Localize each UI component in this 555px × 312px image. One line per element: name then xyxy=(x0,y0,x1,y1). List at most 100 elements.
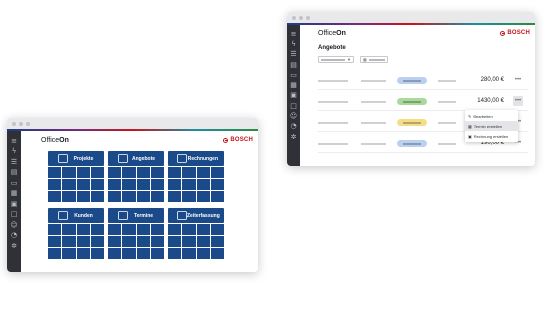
book-icon[interactable]: □ xyxy=(7,210,21,221)
window-dot[interactable] xyxy=(306,16,310,20)
grid-cell[interactable] xyxy=(182,224,196,235)
grid-cell[interactable] xyxy=(150,167,164,178)
grid-cell[interactable] xyxy=(196,167,210,178)
grid-cell[interactable] xyxy=(122,224,136,235)
grid-cell[interactable] xyxy=(48,224,62,235)
timer-icon[interactable]: ◔ xyxy=(287,122,300,132)
dashboard-tile[interactable]: Projekte xyxy=(48,151,104,202)
grid-cell[interactable] xyxy=(62,248,76,259)
grid-cell[interactable] xyxy=(48,167,62,178)
bolt-icon[interactable]: ϟ xyxy=(287,39,300,49)
tile-header[interactable]: Termine xyxy=(108,208,164,223)
grid-cell[interactable] xyxy=(150,191,164,202)
grid-cell[interactable] xyxy=(196,191,210,202)
grid-cell[interactable] xyxy=(108,191,122,202)
grid-cell[interactable] xyxy=(76,236,90,247)
dashboard-tile[interactable]: Zeiterfassung xyxy=(168,208,224,259)
grid-cell[interactable] xyxy=(122,191,136,202)
grid-cell[interactable] xyxy=(62,236,76,247)
tile-header[interactable]: Projekte xyxy=(48,151,104,166)
grid-cell[interactable] xyxy=(90,167,104,178)
timer-icon[interactable]: ◔ xyxy=(7,231,21,242)
grid-cell[interactable] xyxy=(76,167,90,178)
grid-cell[interactable] xyxy=(76,179,90,190)
grid-cell[interactable] xyxy=(182,248,196,259)
invoice-icon[interactable]: ▣ xyxy=(287,91,300,101)
book-icon[interactable]: □ xyxy=(287,101,300,111)
menu-icon[interactable]: ≡ xyxy=(287,29,300,39)
grid-cell[interactable] xyxy=(168,224,182,235)
tile-header[interactable]: Zeiterfassung xyxy=(168,208,224,223)
grid-cell[interactable] xyxy=(76,248,90,259)
grid-cell[interactable] xyxy=(210,236,224,247)
grid-cell[interactable] xyxy=(210,179,224,190)
folder-icon[interactable]: ▭ xyxy=(7,178,21,189)
grid-cell[interactable] xyxy=(122,179,136,190)
window-dot[interactable] xyxy=(292,16,296,20)
grid-cell[interactable] xyxy=(150,179,164,190)
table-row[interactable]: 1430,00 € ••• xyxy=(318,93,528,111)
grid-cell[interactable] xyxy=(182,191,196,202)
calendar-icon[interactable]: ▦ xyxy=(7,189,21,200)
grid-cell[interactable] xyxy=(76,191,90,202)
grid-cell[interactable] xyxy=(210,248,224,259)
tile-header[interactable]: Angebote xyxy=(108,151,164,166)
more-options-icon[interactable]: ••• xyxy=(513,96,523,106)
dashboard-tile[interactable]: Kunden xyxy=(48,208,104,259)
grid-cell[interactable] xyxy=(108,236,122,247)
tile-header[interactable]: Kunden xyxy=(48,208,104,223)
grid-cell[interactable] xyxy=(150,224,164,235)
grid-cell[interactable] xyxy=(108,179,122,190)
grid-cell[interactable] xyxy=(168,191,182,202)
document-list-icon[interactable]: ☰ xyxy=(287,50,300,60)
table-row[interactable]: 280,00 € ••• xyxy=(318,72,528,90)
grid-cell[interactable] xyxy=(90,248,104,259)
window-dot[interactable] xyxy=(19,122,23,126)
grid-cell[interactable] xyxy=(90,191,104,202)
grid-cell[interactable] xyxy=(62,167,76,178)
grid-cell[interactable] xyxy=(136,248,150,259)
grid-cell[interactable] xyxy=(90,224,104,235)
settings-icon[interactable]: ✲ xyxy=(287,132,300,142)
grid-cell[interactable] xyxy=(168,236,182,247)
grid-cell[interactable] xyxy=(196,236,210,247)
window-dot[interactable] xyxy=(12,122,16,126)
grid-cell[interactable] xyxy=(108,248,122,259)
grid-cell[interactable] xyxy=(62,191,76,202)
grid-cell[interactable] xyxy=(76,224,90,235)
grid-cell[interactable] xyxy=(150,248,164,259)
settings-icon[interactable]: ✲ xyxy=(7,241,21,252)
grid-cell[interactable] xyxy=(136,236,150,247)
window-dot[interactable] xyxy=(26,122,30,126)
calendar-icon[interactable]: ▦ xyxy=(287,80,300,90)
window-dot[interactable] xyxy=(299,16,303,20)
grid-cell[interactable] xyxy=(136,224,150,235)
grid-cell[interactable] xyxy=(48,236,62,247)
grid-cell[interactable] xyxy=(122,248,136,259)
grid-cell[interactable] xyxy=(196,224,210,235)
tile-header[interactable]: Rechnungen xyxy=(168,151,224,166)
date-filter[interactable]: ▦ xyxy=(360,56,388,63)
grid-cell[interactable] xyxy=(48,191,62,202)
grid-cell[interactable] xyxy=(108,224,122,235)
receipt-icon[interactable]: ▤ xyxy=(7,168,21,179)
menu-icon[interactable]: ≡ xyxy=(7,136,21,147)
grid-cell[interactable] xyxy=(48,248,62,259)
more-options-icon[interactable]: ••• xyxy=(513,75,523,85)
grid-cell[interactable] xyxy=(168,248,182,259)
dashboard-tile[interactable]: Termine xyxy=(108,208,164,259)
grid-cell[interactable] xyxy=(182,179,196,190)
grid-cell[interactable] xyxy=(62,224,76,235)
context-menu-item[interactable]: ▦ Termin erstellen xyxy=(465,121,518,131)
users-icon[interactable]: ☺ xyxy=(7,220,21,231)
grid-cell[interactable] xyxy=(196,248,210,259)
document-list-icon[interactable]: ☰ xyxy=(7,157,21,168)
receipt-icon[interactable]: ▤ xyxy=(287,60,300,70)
grid-cell[interactable] xyxy=(136,167,150,178)
folder-icon[interactable]: ▭ xyxy=(287,70,300,80)
grid-cell[interactable] xyxy=(210,167,224,178)
dashboard-tile[interactable]: Angebote xyxy=(108,151,164,202)
context-menu-item[interactable]: ▣ Rechnung erstellen xyxy=(465,131,518,141)
grid-cell[interactable] xyxy=(210,224,224,235)
grid-cell[interactable] xyxy=(182,167,196,178)
